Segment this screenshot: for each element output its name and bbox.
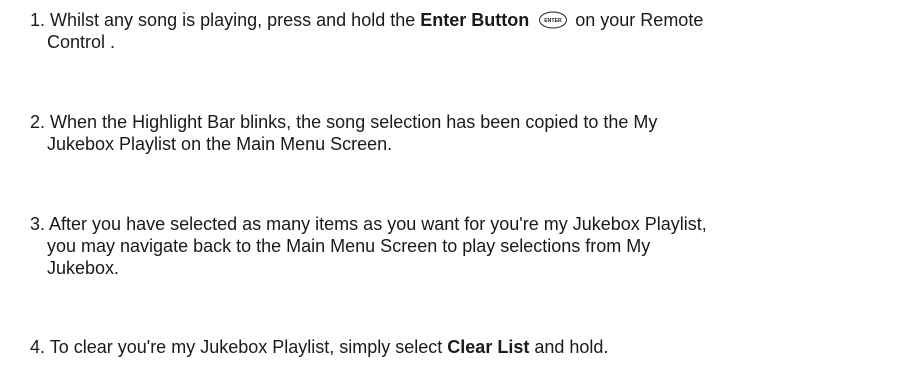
enter-icon-label: ENTER bbox=[544, 18, 562, 24]
step-1-text-pre: Whilst any song is playing, press and ho… bbox=[50, 10, 416, 30]
step-2-line-2: Jukebox Playlist on the Main Menu Screen… bbox=[47, 134, 393, 154]
step-2-number: 2. bbox=[30, 112, 46, 132]
step-2-text-1: When the Highlight Bar blinks, the song … bbox=[50, 112, 658, 132]
step-4-text-pre: To clear you're my Jukebox Playlist, sim… bbox=[49, 337, 443, 357]
step-4-number: 4. bbox=[30, 337, 46, 357]
step-3-text-1: After you have selected as many items as… bbox=[49, 214, 707, 234]
step-1: 1. Whilst any song is playing, press and… bbox=[30, 9, 900, 53]
step-1-line-1: 1. Whilst any song is playing, press and… bbox=[30, 9, 900, 31]
step-1-number: 1. bbox=[30, 10, 46, 30]
clear-list-label: Clear List bbox=[447, 337, 530, 357]
step-4: 4. To clear you're my Jukebox Playlist, … bbox=[30, 336, 900, 358]
step-2-line-1: 2. When the Highlight Bar blinks, the so… bbox=[30, 111, 900, 133]
step-1-text-post: on your Remote bbox=[575, 10, 704, 30]
enter-button-icon: ENTER bbox=[539, 11, 568, 29]
enter-button-label: Enter Button bbox=[420, 10, 530, 30]
instruction-page: 1. Whilst any song is playing, press and… bbox=[0, 0, 915, 382]
step-3-line-2: you may navigate back to the Main Menu S… bbox=[47, 236, 651, 256]
step-4-text-post: and hold. bbox=[534, 337, 609, 357]
step-3-line-3: Jukebox. bbox=[47, 258, 120, 278]
step-1-line-2: Control . bbox=[47, 32, 116, 52]
step-2: 2. When the Highlight Bar blinks, the so… bbox=[30, 111, 900, 155]
step-3-number: 3. bbox=[30, 214, 46, 234]
step-3-line-1: 3. After you have selected as many items… bbox=[30, 213, 900, 235]
step-3: 3. After you have selected as many items… bbox=[30, 213, 900, 279]
